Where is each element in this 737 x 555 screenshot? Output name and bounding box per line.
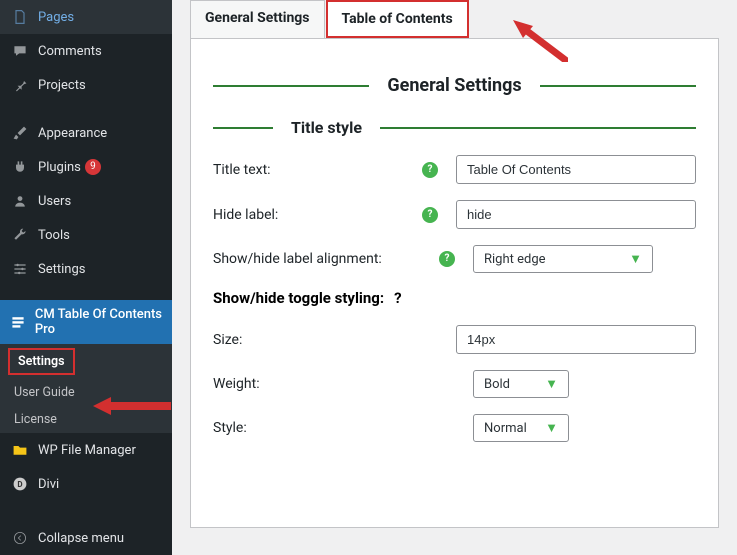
divider-line: [213, 127, 273, 129]
nav-pages[interactable]: Pages: [0, 0, 172, 34]
user-icon: [10, 191, 30, 211]
row-style: Style: Normal▼: [213, 414, 696, 442]
section-general: General Settings: [213, 75, 696, 96]
field-label: Title text:?: [213, 162, 456, 178]
nav-settings[interactable]: Settings: [0, 252, 172, 286]
nav-label: Plugins: [38, 160, 81, 175]
chevron-down-icon: ▼: [629, 251, 642, 267]
nav-label: Tools: [38, 228, 70, 243]
subsection-title: Title style: [291, 118, 362, 137]
help-icon[interactable]: ?: [394, 289, 401, 307]
comments-icon: [10, 41, 30, 61]
sliders-icon: [10, 259, 30, 279]
tabs: General Settings Table of Contents: [190, 0, 719, 38]
nav-label: Pages: [38, 10, 74, 25]
nav-label: Appearance: [38, 126, 107, 141]
help-icon[interactable]: ?: [422, 207, 438, 223]
row-weight: Weight: Bold▼: [213, 370, 696, 398]
nav-label: Projects: [38, 78, 86, 93]
settings-panel: General Settings Title style Title text:…: [190, 38, 719, 528]
nav-plugins[interactable]: Plugins 9: [0, 150, 172, 184]
pages-icon: [10, 7, 30, 27]
nav-projects[interactable]: Projects: [0, 68, 172, 102]
folder-icon: [10, 440, 30, 460]
tab-general[interactable]: General Settings: [190, 0, 325, 38]
chevron-down-icon: ▼: [545, 420, 558, 436]
section-title-style: Title style: [213, 118, 696, 137]
svg-text:D: D: [17, 480, 22, 489]
field-label: Hide label:?: [213, 207, 456, 223]
nav-label: Settings: [38, 262, 85, 277]
divider-line: [380, 127, 696, 129]
collapse-icon: [10, 528, 30, 548]
nav-comments[interactable]: Comments: [0, 34, 172, 68]
row-hide-label: Hide label:?: [213, 200, 696, 229]
weight-select[interactable]: Bold▼: [473, 370, 569, 398]
help-icon[interactable]: ?: [439, 251, 455, 267]
divider-line: [213, 85, 369, 87]
toggle-styling-heading: Show/hide toggle styling:?: [213, 289, 696, 307]
brush-icon: [10, 123, 30, 143]
submenu-settings[interactable]: Settings: [8, 348, 75, 375]
pin-icon: [10, 75, 30, 95]
title-text-input[interactable]: [456, 155, 696, 184]
divi-icon: D: [10, 474, 30, 494]
nav-appearance[interactable]: Appearance: [0, 116, 172, 150]
hide-label-input[interactable]: [456, 200, 696, 229]
field-label: Weight:: [213, 376, 473, 392]
nav-label: Divi: [38, 477, 59, 492]
submenu: Settings User Guide License: [0, 344, 172, 433]
nav-label: Collapse menu: [38, 531, 124, 546]
update-badge: 9: [85, 159, 101, 175]
help-icon[interactable]: ?: [422, 162, 438, 178]
field-label: Style:: [213, 420, 473, 436]
row-title-text: Title text:?: [213, 155, 696, 184]
nav-label: WP File Manager: [38, 443, 136, 458]
submenu-license[interactable]: License: [0, 406, 172, 433]
nav-tools[interactable]: Tools: [0, 218, 172, 252]
section-title: General Settings: [387, 75, 521, 96]
nav-label: Comments: [38, 44, 102, 59]
nav-users[interactable]: Users: [0, 184, 172, 218]
chevron-down-icon: ▼: [545, 376, 558, 392]
wrench-icon: [10, 225, 30, 245]
toc-plugin-icon: [10, 312, 27, 332]
row-alignment: Show/hide label alignment:? Right edge▼: [213, 245, 696, 273]
collapse-menu[interactable]: Collapse menu: [0, 521, 172, 555]
field-label: Size:: [213, 332, 456, 348]
tab-table-of-contents[interactable]: Table of Contents: [326, 0, 469, 38]
nav-cm-toc[interactable]: CM Table Of Contents Pro: [0, 300, 172, 344]
size-input[interactable]: [456, 325, 696, 354]
nav-label: CM Table Of Contents Pro: [35, 307, 162, 337]
style-select[interactable]: Normal▼: [473, 414, 569, 442]
admin-sidebar: Pages Comments Projects Appearance Plugi…: [0, 0, 172, 555]
main-content: General Settings Table of Contents Gener…: [172, 0, 737, 555]
alignment-select[interactable]: Right edge▼: [473, 245, 653, 273]
divider-line: [540, 85, 696, 87]
plug-icon: [10, 157, 30, 177]
nav-wp-file-manager[interactable]: WP File Manager: [0, 433, 172, 467]
row-size: Size:: [213, 325, 696, 354]
submenu-user-guide[interactable]: User Guide: [0, 379, 172, 406]
field-label: Show/hide label alignment:?: [213, 251, 473, 267]
nav-divi[interactable]: D Divi: [0, 467, 172, 501]
nav-label: Users: [38, 194, 71, 209]
